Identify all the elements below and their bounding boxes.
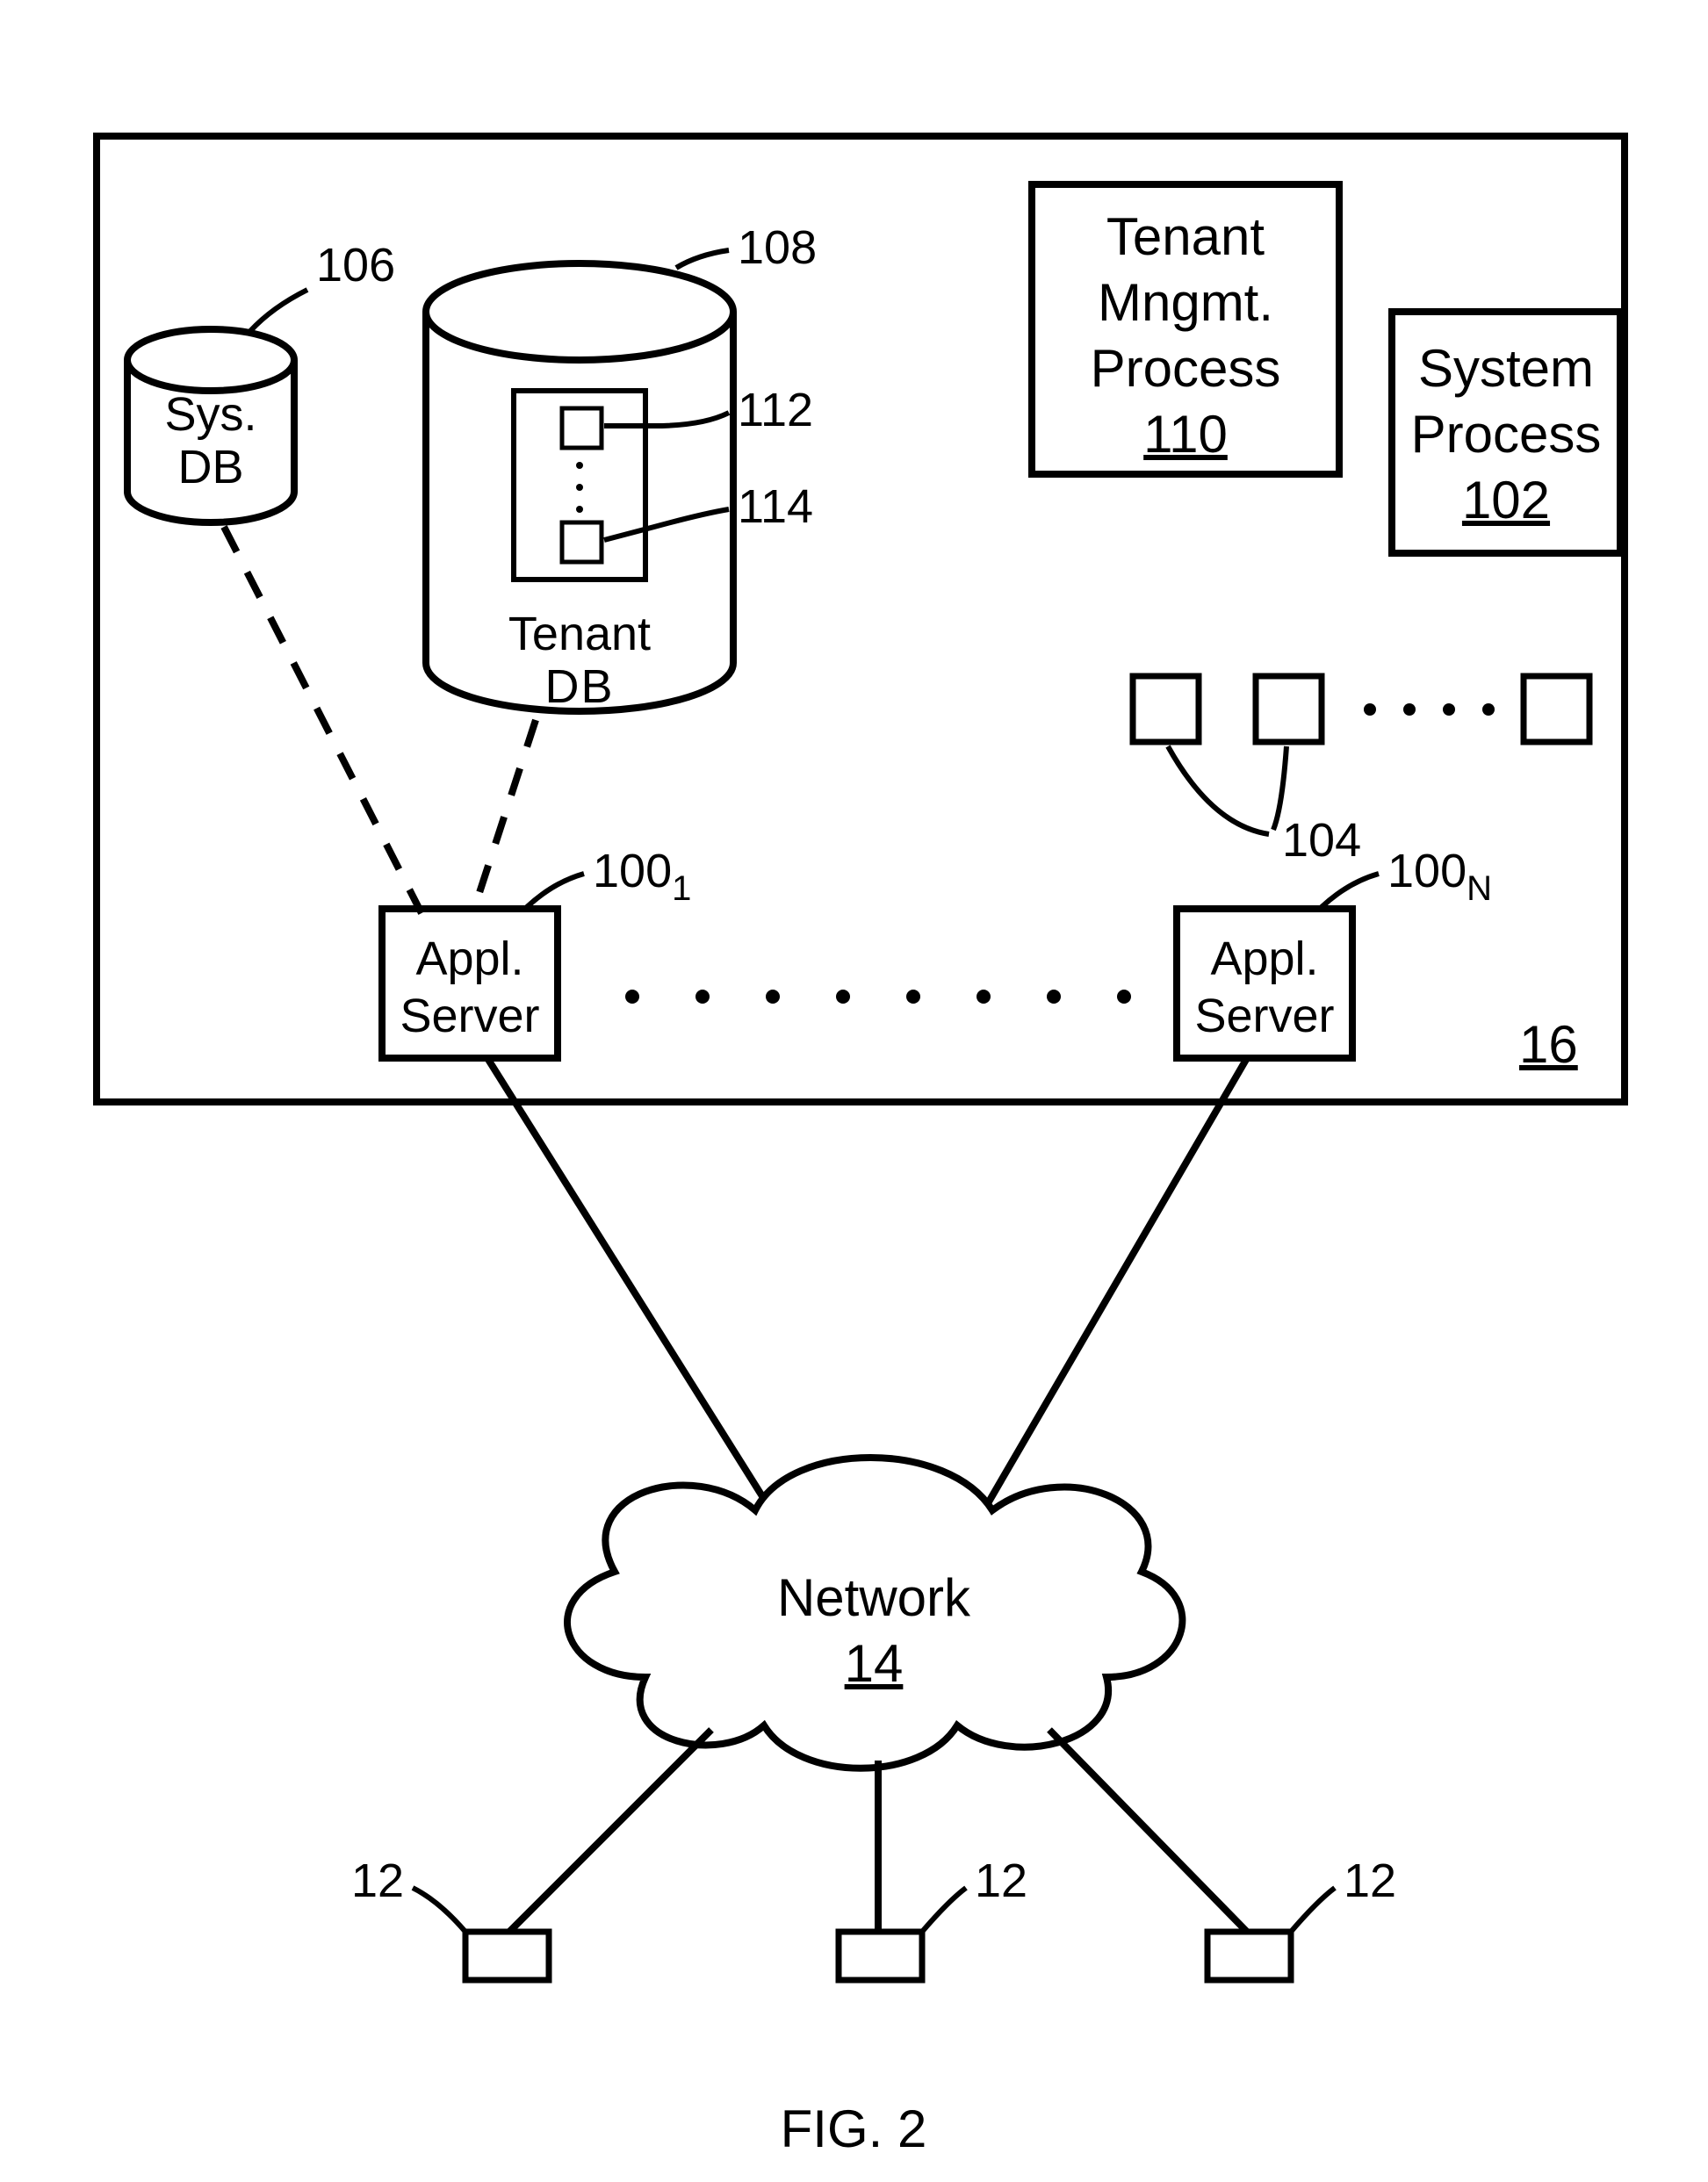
client-1-ref: 12 — [351, 1854, 404, 1907]
app-server-1-line-1: Appl. — [415, 933, 523, 985]
client-3-ref: 12 — [1344, 1854, 1396, 1907]
client-3-leader — [1291, 1888, 1335, 1932]
client-2 — [839, 1932, 922, 1980]
sysdb-to-appserver — [224, 527, 422, 913]
sys-db-ref: 106 — [316, 239, 395, 292]
system-process-line-1: System — [1418, 339, 1594, 398]
client-2-ref: 12 — [975, 1854, 1027, 1907]
box-group-ref: 104 — [1282, 814, 1361, 867]
tenant-box2-ref: 114 — [738, 480, 813, 533]
tenant-inner-box-2 — [562, 522, 602, 562]
app-server-n-ref: 100N — [1387, 845, 1492, 908]
app-server-n-leader — [1322, 874, 1379, 907]
tenant-mgmt-line-2: Mngmt. — [1098, 273, 1273, 332]
tenant-mgmt-line-1: Tenant — [1106, 207, 1265, 266]
client-2-leader — [922, 1888, 966, 1932]
sys-db-leader — [250, 290, 307, 331]
app-server-1: Appl. Server — [382, 909, 558, 1058]
network-ref: 14 — [845, 1634, 904, 1693]
diagram-svg: 16 Sys. DB 106 Tenant DB 108 112 114 Ten… — [0, 0, 1708, 2182]
app-server-n-line-1: Appl. — [1210, 933, 1318, 985]
tenant-db-ref: 108 — [738, 221, 817, 274]
tenant-mgmt-line-3: Process — [1091, 339, 1281, 398]
app-server-1-line-2: Server — [400, 990, 539, 1042]
app-server-n: Appl. Server — [1177, 909, 1352, 1058]
tenant-db-label-1: Tenant — [508, 608, 651, 660]
network-cloud: Network 14 — [567, 1458, 1182, 1768]
client-3 — [1207, 1932, 1291, 1980]
network-to-client-3 — [1049, 1730, 1247, 1932]
figure-caption: FIG. 2 — [781, 2099, 927, 2158]
client-1 — [465, 1932, 549, 1980]
app-server-ellipsis — [625, 990, 1131, 1004]
system-process-line-2: Process — [1411, 405, 1602, 464]
network-to-client-1 — [509, 1730, 711, 1932]
appserver1-to-network — [487, 1058, 790, 1541]
tenant-db-leader — [676, 250, 729, 268]
app-server-1-ref: 1001 — [593, 845, 691, 908]
tenant-box1-ref: 112 — [738, 384, 813, 436]
sys-db: Sys. DB — [127, 329, 294, 522]
tenant-db-label-2: DB — [544, 660, 614, 713]
tenant-inner-box-1 — [562, 408, 602, 448]
tenantdb-to-appserver — [474, 720, 536, 909]
system-process-ref: 102 — [1462, 471, 1550, 529]
tenant-db: Tenant DB — [426, 263, 733, 713]
client-1-leader — [413, 1888, 465, 1932]
system-process: System Process 102 — [1392, 312, 1620, 553]
sys-db-label-1: Sys. — [164, 388, 256, 441]
app-server-n-line-2: Server — [1194, 990, 1334, 1042]
appservern-to-network — [966, 1058, 1247, 1541]
sys-db-label-2: DB — [177, 441, 243, 493]
tenant-mgmt-ref: 110 — [1143, 405, 1228, 464]
network-label: Network — [777, 1568, 971, 1627]
box-group-104: 104 — [1133, 676, 1589, 867]
tenant-mgmt-process: Tenant Mngmt. Process 110 — [1032, 184, 1339, 474]
system-ref: 16 — [1519, 1015, 1578, 1074]
app-server-1-leader — [527, 874, 584, 907]
